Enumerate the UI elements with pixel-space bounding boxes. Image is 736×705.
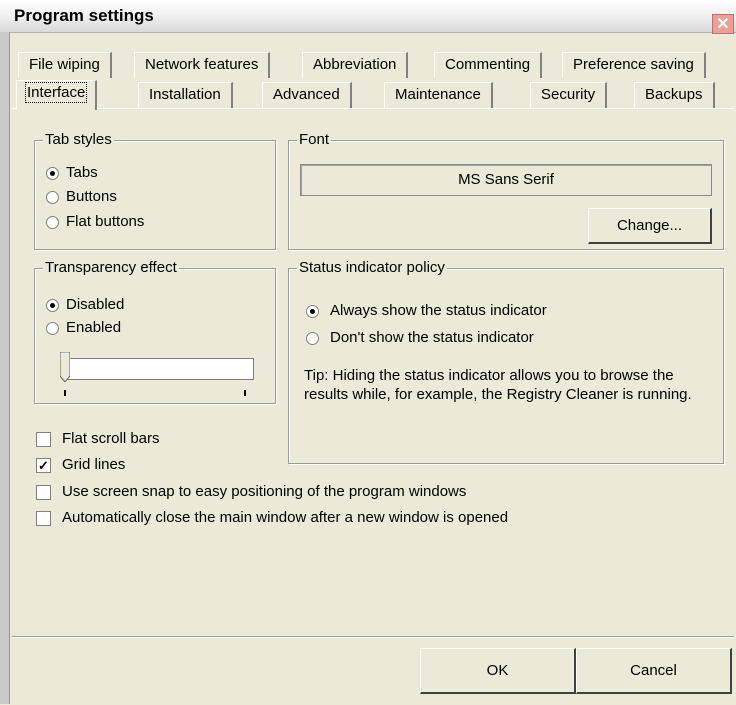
- tab-preference-saving[interactable]: Preference saving: [562, 52, 706, 78]
- font-group-title: Font: [297, 131, 332, 149]
- grid-lines-checkbox[interactable]: ✓: [36, 458, 51, 473]
- status-indicator-title: Status indicator policy: [297, 259, 447, 277]
- transparency-disabled-label: Disabled: [66, 296, 125, 313]
- auto-close-label: Automatically close the main window afte…: [62, 509, 509, 526]
- status-tip-text: Tip: Hiding the status indicator allows …: [304, 367, 692, 403]
- tab-styles-tabs-label: Tabs: [66, 164, 98, 181]
- auto-close-checkbox[interactable]: [36, 511, 51, 526]
- tab-file-wiping[interactable]: File wiping: [18, 52, 112, 78]
- screen-snap-label: Use screen snap to easy positioning of t…: [62, 483, 467, 500]
- tab-network-features[interactable]: Network features: [134, 52, 271, 78]
- window-frame-left: [0, 32, 10, 704]
- transparency-enabled-label: Enabled: [66, 319, 122, 336]
- screen-snap-checkbox[interactable]: [36, 485, 51, 500]
- status-always-show-radio[interactable]: [306, 305, 319, 318]
- program-settings-window: Program settings ✕ File wiping Network f…: [0, 0, 736, 704]
- transparency-enabled-radio[interactable]: [46, 322, 59, 335]
- ok-button[interactable]: OK: [420, 648, 576, 694]
- flat-scroll-bars-checkbox[interactable]: [36, 432, 51, 447]
- tab-advanced[interactable]: Advanced: [262, 82, 352, 108]
- tab-security[interactable]: Security: [530, 82, 608, 108]
- tab-backups[interactable]: Backups: [634, 82, 715, 108]
- transparency-title: Transparency effect: [43, 259, 179, 277]
- transparency-slider-track[interactable]: [62, 358, 254, 380]
- tab-styles-buttons-label: Buttons: [66, 188, 117, 205]
- tab-installation[interactable]: Installation: [138, 82, 233, 108]
- change-font-button[interactable]: Change...: [588, 208, 712, 244]
- cancel-button[interactable]: Cancel: [576, 648, 732, 694]
- slider-tick-max: [244, 390, 246, 396]
- status-always-show-label: Always show the status indicator: [330, 302, 547, 319]
- tab-styles-buttons-radio[interactable]: [46, 191, 59, 204]
- tab-commenting[interactable]: Commenting: [434, 52, 543, 78]
- status-dont-show-radio[interactable]: [306, 332, 319, 345]
- transparency-disabled-radio[interactable]: [46, 299, 59, 312]
- tab-styles-tabs-radio[interactable]: [46, 167, 59, 180]
- tab-abbreviation[interactable]: Abbreviation: [302, 52, 409, 78]
- flat-scroll-bars-label: Flat scroll bars: [62, 430, 160, 447]
- font-preview: MS Sans Serif: [300, 164, 712, 196]
- slider-tick-min: [64, 390, 66, 396]
- window-title: Program settings: [14, 6, 154, 25]
- tab-styles-flat-buttons-radio[interactable]: [46, 216, 59, 229]
- tab-maintenance[interactable]: Maintenance: [384, 82, 493, 108]
- grid-lines-label: Grid lines: [62, 456, 126, 473]
- tab-styles-title: Tab styles: [43, 131, 114, 149]
- status-dont-show-label: Don't show the status indicator: [330, 329, 534, 346]
- tab-interface[interactable]: Interface: [16, 80, 98, 110]
- transparency-slider-thumb[interactable]: [60, 352, 70, 382]
- title-bar[interactable]: Program settings ✕: [0, 0, 736, 34]
- close-icon[interactable]: ✕: [712, 14, 734, 34]
- tab-styles-flat-buttons-label: Flat buttons: [66, 213, 145, 230]
